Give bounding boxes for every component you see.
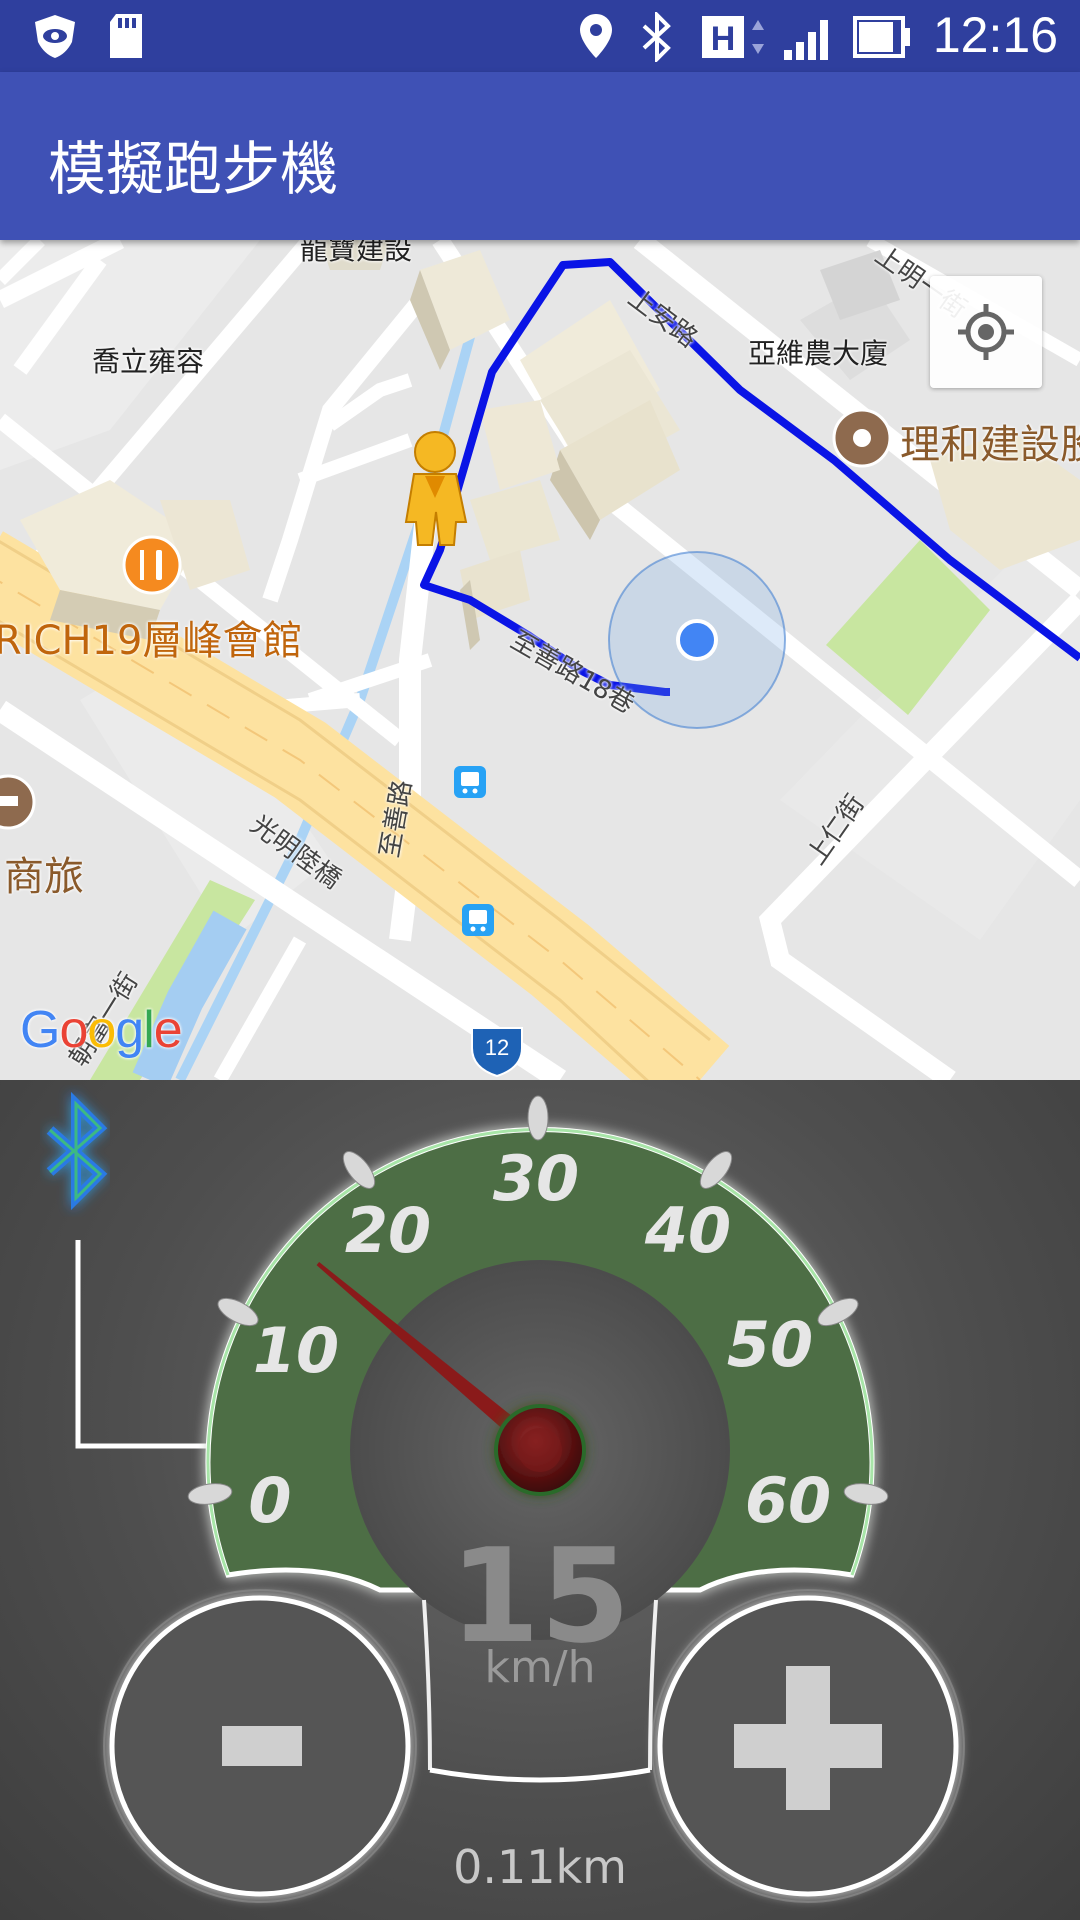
minus-icon [222,1726,302,1766]
map-view[interactable]: 12 龍寶建設 喬立雍容 亞維農大廈 理和建設股 RICH19層峰會館 商旅 上… [0,240,1080,1080]
battery-icon [853,16,910,58]
shield-eye-icon [35,15,75,58]
map-label: RICH19層峰會館 [0,618,303,664]
speed-unit-label: km/h [484,1642,596,1693]
crosshair-icon [958,304,1014,360]
google-logo: Google [20,1001,183,1059]
location-pin-icon [580,14,612,58]
current-location-dot [676,619,718,661]
map-label: 喬立雍容 [92,345,205,378]
treadmill-dashboard: 0 10 20 30 40 50 60 [0,1080,1080,1920]
status-bar: H 12:16 [0,0,1080,72]
bluetooth-icon [642,12,671,62]
gauge-tick-label: 30 [493,1142,579,1215]
gauge-tick-label: 20 [345,1194,431,1267]
map-label: 亞維農大廈 [748,337,889,370]
hspa-network-icon: H [702,16,764,58]
connector-line [75,1240,212,1449]
distance-readout: 0.11km [453,1840,627,1894]
bus-stop-icon [454,766,486,798]
my-location-button[interactable] [930,276,1042,388]
gauge-tick-label: 40 [644,1194,731,1267]
speedometer: 0 10 20 30 40 50 60 [46,1091,965,1903]
bluetooth-status-icon [46,1091,108,1211]
map-label: 理和建設股 [900,422,1080,468]
building-poi-icon [832,408,892,468]
map-label: 龍寶建設 [300,240,413,266]
gauge-tick-label: 10 [253,1314,339,1387]
status-time: 12:16 [932,7,1058,63]
page-title: 模擬跑步機 [48,135,339,203]
app-bar: 模擬跑步機 [0,72,1080,240]
signal-icon [784,20,828,60]
gauge-tick-label: 50 [727,1308,813,1381]
svg-text:12: 12 [485,1035,509,1060]
svg-text:H: H [711,20,736,58]
map-label: 商旅 [4,854,84,900]
restaurant-poi-icon [122,535,182,595]
sd-card-icon [110,14,142,58]
bus-stop-icon [462,904,494,936]
